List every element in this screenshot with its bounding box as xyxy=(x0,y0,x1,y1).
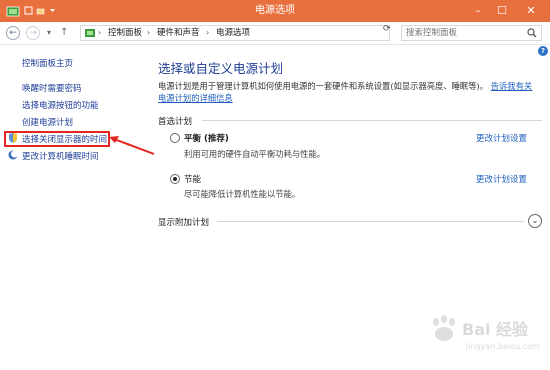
breadcrumb-power-options[interactable]: 电源选项 xyxy=(216,26,250,40)
minimize-button[interactable]: – xyxy=(466,0,490,22)
plan-balanced-name: 平衡 (推荐) xyxy=(184,134,229,144)
moon-icon xyxy=(8,150,18,160)
plan-power-saver-change-settings-link[interactable]: 更改计划设置 xyxy=(476,173,527,185)
up-button[interactable]: ↑ xyxy=(60,26,68,40)
recent-locations-icon[interactable]: ▾ xyxy=(47,26,51,40)
search-box xyxy=(401,25,542,41)
back-button[interactable]: ← xyxy=(6,26,20,40)
refresh-icon[interactable]: ⟳ xyxy=(383,22,391,36)
sidebar-item-create-plan[interactable]: 创建电源计划 xyxy=(22,116,73,128)
preferred-plans-heading: 首选计划 xyxy=(158,117,193,127)
description-text: 电源计划是用于管理计算机如何使用电源的一套硬件和系统设置(如显示器亮度、睡眠等)… xyxy=(158,81,489,91)
annotation-arrow-icon xyxy=(109,136,155,155)
plan-power-saver-radio[interactable] xyxy=(170,174,180,184)
page-title: 选择或自定义电源计划 xyxy=(158,61,284,76)
plan-power-saver-description: 尽可能降低计算机性能以节能。 xyxy=(184,189,301,199)
plan-balanced-description: 利用可用的硬件自动平衡功耗与性能。 xyxy=(184,149,326,159)
watermark-url: jingyan.baidu.com xyxy=(466,342,540,351)
search-input[interactable] xyxy=(406,26,518,40)
page-description: 电源计划是用于管理计算机如何使用电源的一套硬件和系统设置(如显示器亮度、睡眠等)… xyxy=(158,80,543,104)
expand-chevron-icon[interactable]: ⌄ xyxy=(528,214,542,228)
breadcrumb-separator-icon[interactable]: › xyxy=(147,26,150,40)
plan-power-saver-name: 节能 xyxy=(184,175,202,185)
sidebar-item-power-buttons[interactable]: 选择电源按钮的功能 xyxy=(22,99,99,111)
navigation-bar: ← → ▾ ↑ › 控制面板 › 硬件和声音 › 电源选项 ▾ ⟳ xyxy=(0,22,550,45)
control-panel-icon xyxy=(85,29,95,37)
breadcrumb-separator-icon[interactable]: › xyxy=(98,26,101,40)
address-bar[interactable]: › 控制面板 › 硬件和声音 › 电源选项 ▾ xyxy=(80,25,445,41)
watermark-text: Bai 经验 xyxy=(462,320,529,339)
learn-more-link[interactable]: 告诉我有关 xyxy=(491,81,533,91)
baidu-paw-icon xyxy=(433,315,455,341)
baidu-watermark: Bai 经验 jingyan.baidu.com xyxy=(428,314,548,364)
plan-balanced-radio[interactable] xyxy=(170,133,180,143)
sidebar-control-panel-home[interactable]: 控制面板主页 xyxy=(22,57,73,69)
breadcrumb-hardware-sound[interactable]: 硬件和声音 xyxy=(157,26,200,40)
close-button[interactable]: ✕ xyxy=(514,0,548,22)
help-icon[interactable]: ? xyxy=(538,46,548,56)
divider xyxy=(217,221,524,222)
power-plan-details-link[interactable]: 电源计划的详细信息 xyxy=(158,93,233,103)
forward-button[interactable]: → xyxy=(26,26,40,40)
sidebar: 控制面板主页 唤醒时需要密码 选择电源按钮的功能 创建电源计划 选择关闭显示器的… xyxy=(0,44,148,370)
show-additional-plans-label[interactable]: 显示附加计划 xyxy=(158,216,209,228)
sidebar-item-require-password[interactable]: 唤醒时需要密码 xyxy=(22,82,82,94)
breadcrumb-control-panel[interactable]: 控制面板 xyxy=(108,26,142,40)
maximize-button[interactable]: ☐ xyxy=(490,0,514,22)
search-icon[interactable] xyxy=(527,28,537,38)
divider xyxy=(202,120,542,121)
title-bar: 电源选项 – ☐ ✕ xyxy=(0,0,550,22)
highlight-box xyxy=(4,131,110,147)
plan-balanced-change-settings-link[interactable]: 更改计划设置 xyxy=(476,132,527,144)
breadcrumb-separator-icon[interactable]: › xyxy=(206,26,209,40)
sidebar-item-sleep-time[interactable]: 更改计算机睡眠时间 xyxy=(22,150,99,162)
